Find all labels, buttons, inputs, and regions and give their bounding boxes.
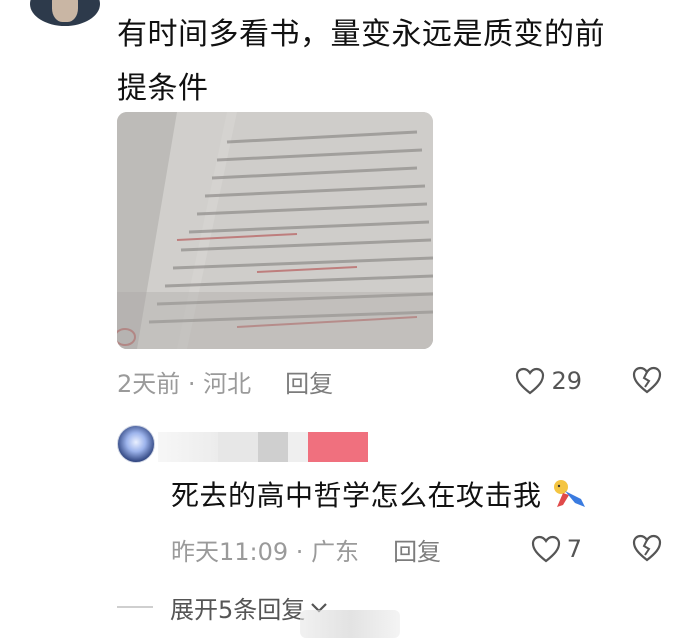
comment-like-button[interactable]: 29 (515, 364, 582, 398)
replier-name-masked (158, 432, 368, 462)
reply-dislike-button[interactable] (632, 534, 662, 568)
tumbling-person-emoji (553, 480, 585, 507)
reply-time: 昨天11:09 (171, 537, 289, 566)
meta-separator: · (180, 369, 204, 398)
mask-block (218, 432, 258, 462)
heart-outline-icon (516, 367, 545, 395)
comment-text-line1: 有时间多看书，量变永远是质变的前 (117, 17, 605, 52)
broken-heart-icon (632, 366, 662, 394)
reply-location: 广东 (311, 537, 360, 566)
reply-reply-button[interactable]: 回复 (393, 532, 441, 567)
commenter-avatar[interactable] (30, 0, 100, 26)
comment-dislike-button[interactable] (632, 366, 662, 400)
reply-text-content: 死去的高中哲学怎么在攻击我 (171, 479, 542, 512)
reply-like-count: 7 (566, 535, 582, 563)
comment-location: 河北 (203, 369, 252, 398)
comment-reply-button[interactable]: 回复 (285, 364, 333, 399)
comment-text-line2: 提条件 (117, 71, 209, 106)
comment-time: 2天前 (117, 369, 181, 398)
heart-outline-icon (531, 535, 560, 563)
watermark-blur (300, 610, 400, 638)
textbook-photo-drawing (117, 112, 433, 349)
comment-meta: 2天前 · 河北 回复 29 (117, 364, 662, 398)
mask-block-pink (308, 432, 368, 462)
replier-avatar[interactable] (117, 425, 155, 463)
mask-block (288, 432, 308, 462)
reply-time-location: 昨天11:09 · 广东 (171, 532, 359, 567)
broken-heart-icon (632, 534, 662, 562)
comment-time-location: 2天前 · 河北 (117, 364, 251, 399)
avatar-face (52, 0, 78, 22)
reply-text: 死去的高中哲学怎么在攻击我 (171, 474, 587, 518)
mask-block (258, 432, 288, 462)
meta-separator: · (288, 537, 312, 566)
reply-like-button[interactable]: 7 (531, 532, 582, 566)
expand-replies-label: 展开5条回复 (170, 596, 306, 624)
reply-meta: 昨天11:09 · 广东 回复 7 (171, 532, 662, 566)
expand-divider (117, 606, 153, 608)
comment-text: 有时间多看书，量变永远是质变的前 提条件 (117, 8, 657, 116)
mask-block (158, 432, 218, 462)
comment-like-count: 29 (551, 367, 582, 395)
comment-photo-textbook[interactable] (117, 112, 433, 349)
